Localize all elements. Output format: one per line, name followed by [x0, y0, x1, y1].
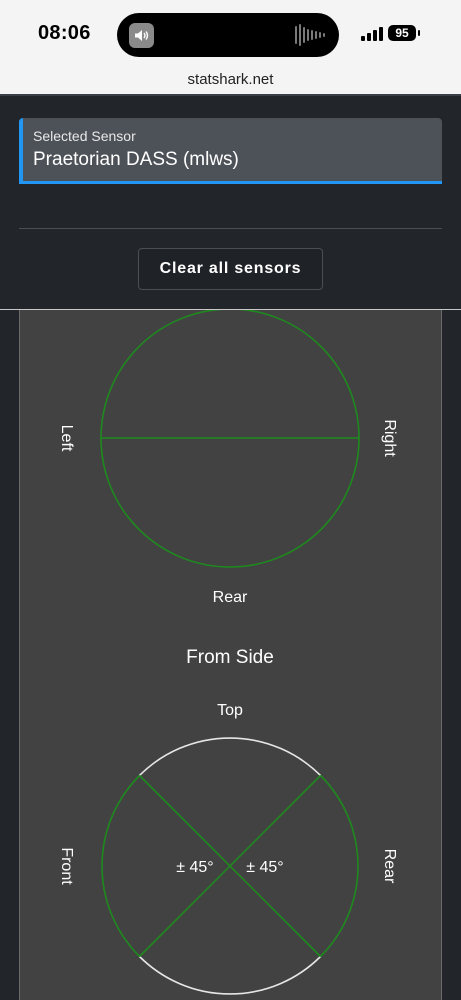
status-bar: 08:06 95: [0, 0, 461, 66]
selected-sensor-value: Praetorian DASS (mlws): [33, 149, 239, 170]
side-view-front-label: Front: [58, 847, 75, 885]
battery-indicator: 95: [388, 25, 420, 41]
clock-time: 08:06: [38, 22, 91, 44]
top-view-right-label: Right: [381, 419, 398, 457]
coverage-diagram: Left Right Rear From Side Top Front Rear…: [58, 310, 398, 995]
side-view-top-arc: [138, 737, 322, 777]
side-view-bottom-arc: [138, 955, 322, 995]
speaker-icon: [129, 23, 154, 48]
top-view-rear-label: Rear: [213, 589, 248, 606]
url-bar[interactable]: statshark.net: [0, 66, 461, 94]
side-view-front-angle: ± 45°: [176, 859, 213, 876]
side-view-rear-label: Rear: [381, 849, 398, 884]
side-view-front-arc: [101, 774, 141, 958]
clear-all-sensors-button[interactable]: Clear all sensors: [138, 248, 323, 290]
url-text: statshark.net: [187, 71, 274, 88]
side-view-top-label: Top: [217, 702, 243, 719]
section-divider: [19, 228, 442, 229]
top-view-left-label: Left: [58, 425, 75, 452]
side-view-rear-arc: [319, 774, 359, 958]
side-view-title: From Side: [186, 647, 274, 668]
coverage-diagram-panel: Left Right Rear From Side Top Front Rear…: [19, 310, 442, 1000]
selected-sensor-select[interactable]: Selected Sensor Praetorian DASS (mlws): [19, 118, 442, 184]
cellular-signal-icon: [361, 27, 383, 41]
selected-sensor-label: Selected Sensor: [33, 128, 136, 144]
side-view-rear-angle: ± 45°: [246, 859, 283, 876]
audio-waveform-icon: [295, 24, 325, 46]
page-top-divider: [0, 94, 461, 96]
dynamic-island: [117, 13, 339, 57]
